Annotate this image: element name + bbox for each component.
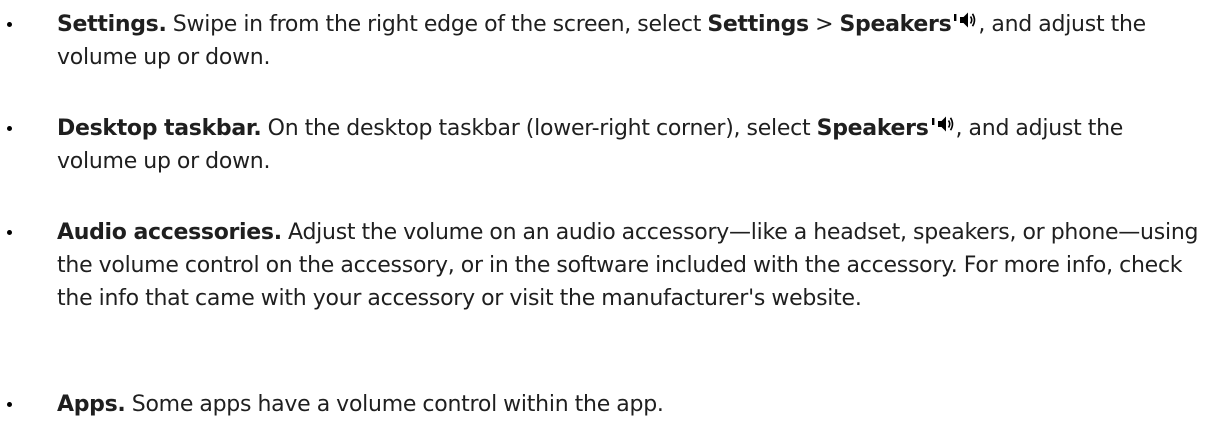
list-item-text: Settings. Swipe in from the right edge o… bbox=[57, 8, 1201, 74]
speakers-term: Speakers bbox=[816, 116, 929, 141]
speakers-term: Speakers bbox=[839, 12, 952, 37]
list-item-text: Apps. Some apps have a volume control wi… bbox=[57, 388, 1201, 421]
bullet-dot bbox=[7, 22, 12, 27]
speaker-volume-icon bbox=[953, 10, 978, 32]
body-text: On the desktop taskbar (lower-right corn… bbox=[261, 116, 817, 141]
item-title: Settings. bbox=[57, 12, 167, 37]
body-text: > bbox=[808, 12, 840, 37]
item-title: Apps. bbox=[57, 392, 126, 417]
item-title: Audio accessories. bbox=[57, 220, 282, 245]
item-title: Desktop taskbar. bbox=[57, 116, 262, 141]
bullet-dot bbox=[7, 402, 12, 407]
list-item-text: Audio accessories. Adjust the volume on … bbox=[57, 216, 1201, 315]
bullet-dot bbox=[7, 126, 12, 131]
body-text: Some apps have a volume control within t… bbox=[125, 392, 664, 417]
body-text: Swipe in from the right edge of the scre… bbox=[166, 12, 708, 37]
settings-term: Settings bbox=[707, 12, 809, 37]
speaker-volume-icon bbox=[931, 114, 956, 136]
list-item-text: Desktop taskbar. On the desktop taskbar … bbox=[57, 112, 1201, 178]
bullet-dot bbox=[7, 230, 12, 235]
